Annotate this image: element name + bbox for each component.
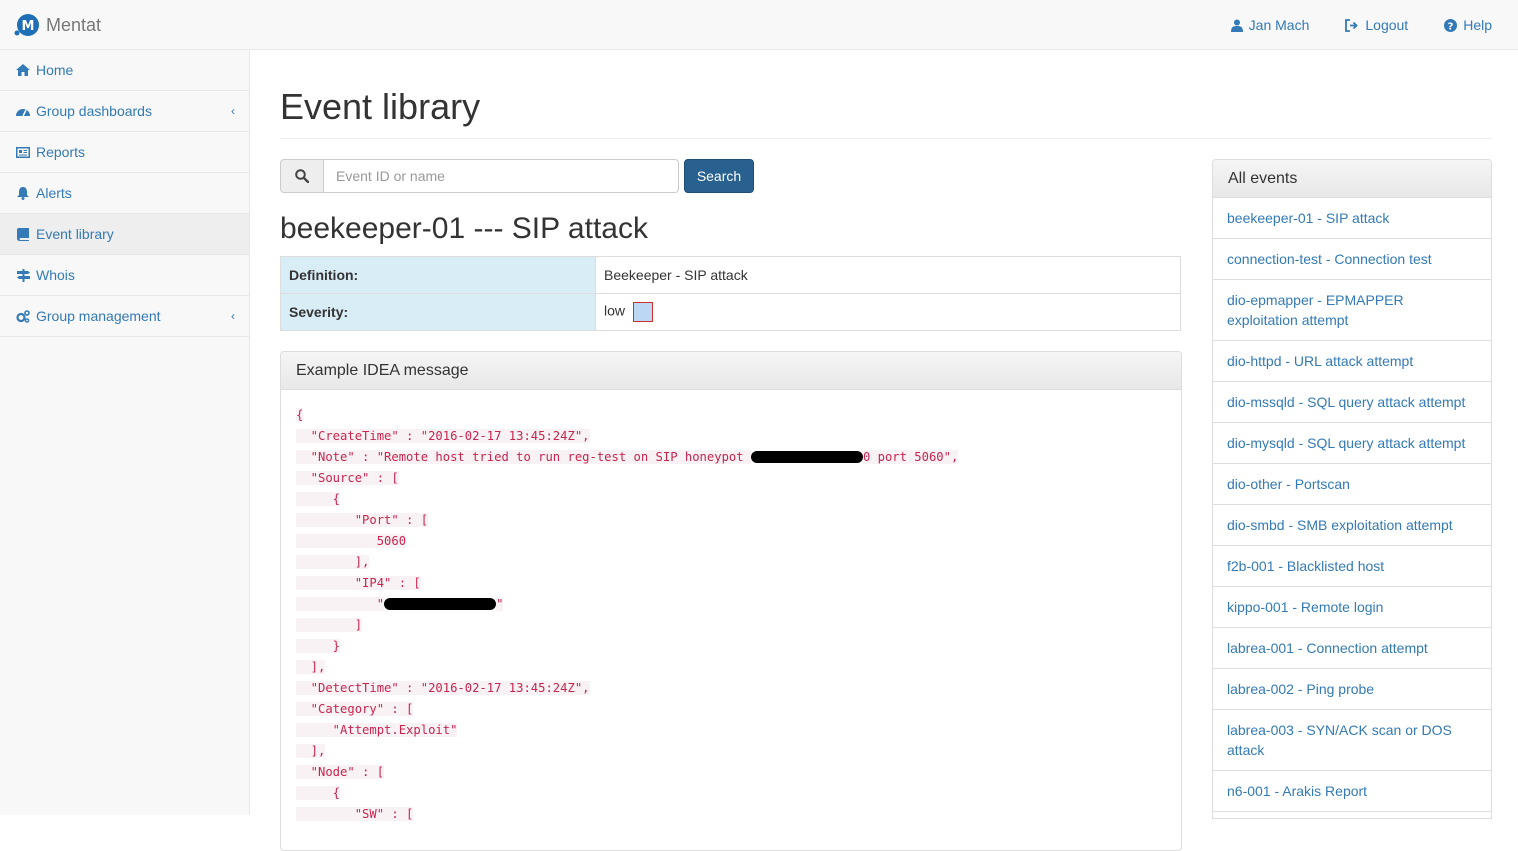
search-icon [280, 159, 324, 193]
cogs-icon [16, 309, 30, 323]
sidebar-item-label: Group management [36, 308, 161, 324]
event-list-item[interactable]: labrea-003 - SYN/ACK scan or DOS attack [1213, 710, 1491, 771]
help-link[interactable]: ? Help [1444, 17, 1492, 33]
sidebar-item-label: Whois [36, 267, 75, 283]
logout-icon [1345, 18, 1359, 32]
severity-cell: low [595, 293, 1181, 331]
help-link-label: Help [1463, 17, 1492, 33]
definition-label: Definition: [280, 256, 596, 294]
logout-link[interactable]: Logout [1345, 17, 1408, 33]
sidebar-item-home[interactable]: Home [0, 50, 249, 91]
event-list-item[interactable]: dio-smbd - SMB exploitation attempt [1213, 505, 1491, 546]
code-line: "Port" : [ [296, 513, 429, 527]
svg-text:?: ? [1448, 21, 1454, 32]
event-list-item[interactable]: connection-test - Connection test [1213, 239, 1491, 280]
event-definition-table: Definition: Beekeeper - SIP attack Sever… [280, 256, 1181, 331]
brand-name: Mentat [46, 14, 102, 35]
all-events-panel: All events beekeeper-01 - SIP attack con… [1212, 159, 1492, 819]
code-line: "Note" : "Remote host tried to run reg-t… [296, 450, 959, 464]
newspaper-icon [16, 145, 30, 159]
event-list-item[interactable]: dio-mysqld - SQL query attack attempt [1213, 423, 1491, 464]
page-title: Event library [280, 86, 481, 127]
sidebar-item-event-library[interactable]: Event library [0, 214, 249, 255]
home-icon [16, 63, 30, 77]
event-title: beekeeper-01 --- SIP attack [280, 212, 648, 245]
sidebar-item-reports[interactable]: Reports [0, 132, 249, 173]
code-line: "Node" : [ [296, 765, 385, 779]
user-link-label: Jan Mach [1248, 17, 1310, 33]
sidebar-item-label: Group dashboards [36, 103, 152, 119]
dashboard-icon [16, 104, 30, 118]
top-navbar: M Mentat Jan Mach Logout ? Help [0, 0, 1518, 50]
redacted-ip [750, 450, 863, 463]
event-list-item[interactable]: dio-mssqld - SQL query attack attempt [1213, 382, 1491, 423]
search-form: Search [280, 159, 754, 193]
event-list-item[interactable]: dio-httpd - URL attack attempt [1213, 341, 1491, 382]
event-list-item[interactable]: f2b-001 - Blacklisted host [1213, 546, 1491, 587]
user-icon [1230, 19, 1243, 32]
event-list-item[interactable]: dio-epmapper - EPMAPPER exploitation att… [1213, 280, 1491, 341]
sidebar-item-label: Alerts [36, 185, 72, 201]
severity-color-swatch [633, 302, 654, 322]
logout-link-label: Logout [1365, 17, 1409, 33]
sidebar: Home Group dashboards ‹ Reports Alerts E… [0, 50, 250, 815]
example-idea-panel: Example IDEA message { "CreateTime" : "2… [280, 351, 1182, 851]
event-list-item[interactable]: labrea-002 - Ping probe [1213, 669, 1491, 710]
code-line: "Source" : [ [296, 471, 399, 485]
code-line: { [296, 408, 304, 422]
code-line: "Category" : [ [296, 702, 414, 716]
signpost-icon [16, 268, 30, 282]
sidebar-item-label: Reports [36, 144, 86, 160]
code-line: ], [296, 555, 370, 569]
sidebar-item-alerts[interactable]: Alerts [0, 173, 249, 214]
definition-value: Beekeeper - SIP attack [595, 256, 1181, 294]
sidebar-item-group-management[interactable]: Group management ‹ [0, 296, 249, 337]
sidebar-item-whois[interactable]: Whois [0, 255, 249, 296]
event-list-item[interactable]: beekeeper-01 - SIP attack [1213, 198, 1491, 239]
code-line: " " [296, 597, 504, 611]
chevron-left-icon: ‹ [231, 104, 235, 118]
book-icon [16, 227, 30, 241]
brand-link[interactable]: M Mentat [14, 12, 101, 38]
mentat-logo-icon: M [14, 12, 40, 38]
event-list-item[interactable]: n6-001 - Arakis Report [1213, 771, 1491, 812]
help-icon: ? [1444, 18, 1458, 32]
code-line: "CreateTime" : "2016-02-17 13:45:24Z", [296, 429, 590, 443]
all-events-title: All events [1213, 160, 1491, 198]
search-button[interactable]: Search [684, 159, 754, 193]
event-list-item[interactable]: labrea-001 - Connection attempt [1213, 628, 1491, 669]
sidebar-item-group-dashboards[interactable]: Group dashboards ‹ [0, 91, 249, 132]
code-line: { [296, 786, 341, 800]
example-idea-panel-title: Example IDEA message [281, 352, 1181, 390]
chevron-left-icon: ‹ [231, 309, 235, 323]
bell-icon [16, 186, 30, 200]
event-list-item[interactable]: kippo-001 - Remote login [1213, 587, 1491, 628]
code-line: "DetectTime" : "2016-02-17 13:45:24Z", [296, 681, 590, 695]
sidebar-item-label: Event library [36, 226, 114, 242]
redacted-ip [384, 597, 497, 610]
sidebar-item-label: Home [36, 62, 74, 78]
code-line: } [296, 639, 341, 653]
code-line: "IP4" : [ [296, 576, 421, 590]
code-line: "Attempt.Exploit" [296, 723, 458, 737]
idea-json-code: { "CreateTime" : "2016-02-17 13:45:24Z",… [281, 390, 1181, 825]
code-line: { [296, 492, 341, 506]
search-input[interactable] [324, 159, 679, 193]
code-line: ] [296, 618, 363, 632]
severity-value: low [604, 302, 626, 319]
code-line: ], [296, 744, 326, 758]
title-divider [280, 138, 1492, 139]
event-list-item[interactable]: dio-other - Portscan [1213, 464, 1491, 505]
svg-text:M: M [22, 19, 35, 34]
table-row: Definition: Beekeeper - SIP attack [280, 256, 1181, 294]
severity-label: Severity: [280, 293, 596, 331]
user-link[interactable]: Jan Mach [1230, 17, 1310, 33]
table-row: Severity: low [280, 293, 1181, 331]
code-line: ], [296, 660, 326, 674]
code-line: 5060 [296, 534, 407, 548]
